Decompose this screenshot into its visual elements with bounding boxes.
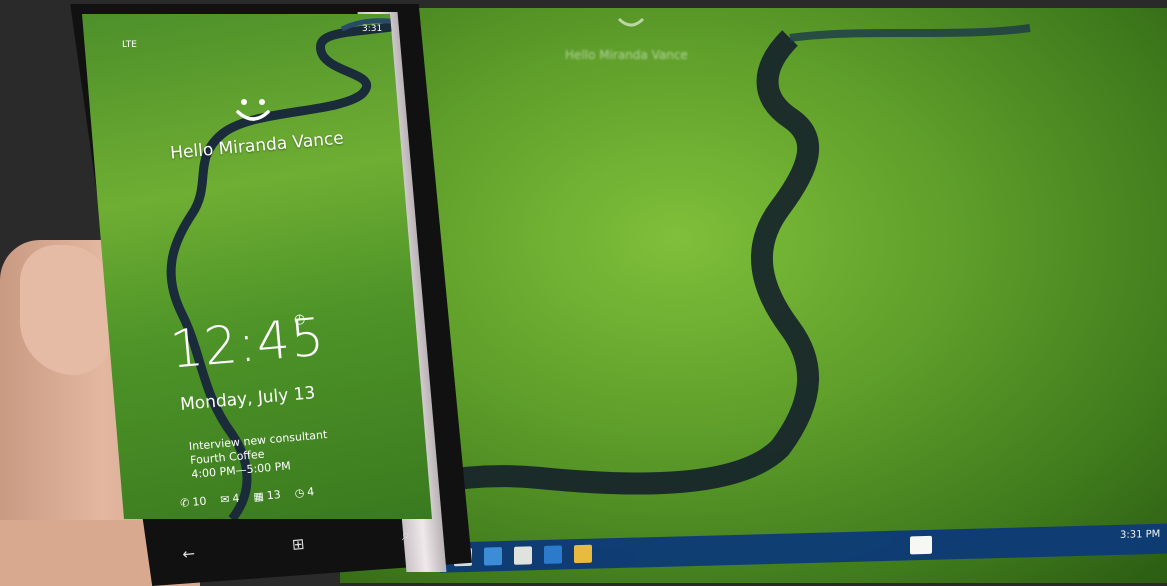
laptop-greeting: Hello Miranda Vance bbox=[565, 48, 688, 62]
phone-count: 10 bbox=[191, 494, 207, 509]
phone-badge[interactable]: ✆ 10 bbox=[180, 495, 207, 510]
windows-hello-smiley-icon bbox=[232, 94, 274, 128]
mail-icon: ✉ bbox=[219, 492, 231, 507]
phone: LTE 3:31 Hello Miranda Vance 12:45 ◷ Mon… bbox=[62, 4, 472, 586]
store-icon[interactable] bbox=[514, 546, 532, 565]
tray-time[interactable]: 3:31 PM bbox=[1120, 529, 1160, 541]
laptop-smiley-icon bbox=[613, 13, 649, 33]
calendar-count: 13 bbox=[266, 488, 282, 503]
explorer-icon[interactable] bbox=[574, 544, 592, 564]
tray-input-icon[interactable] bbox=[910, 535, 932, 555]
status-signal: LTE bbox=[122, 40, 137, 50]
phone-lock-screen[interactable]: LTE 3:31 Hello Miranda Vance 12:45 ◷ Mon… bbox=[82, 14, 432, 519]
photo-frame: Hello Miranda Vance 3:31 PM LTE 3:31 Hel… bbox=[0, 0, 1167, 586]
back-icon[interactable]: ← bbox=[182, 544, 196, 563]
alarm-count: 4 bbox=[306, 485, 315, 499]
calendar-icon: ▦ bbox=[252, 489, 265, 504]
windows-icon[interactable]: ⊞ bbox=[291, 535, 305, 554]
alarm-badge[interactable]: ◷ 4 bbox=[294, 485, 315, 500]
alarm-icon: ◷ bbox=[294, 312, 306, 327]
mail-count: 4 bbox=[231, 491, 241, 506]
status-time: 3:31 bbox=[362, 24, 383, 34]
calendar-badge[interactable]: ▦ 13 bbox=[253, 488, 281, 503]
edge-icon[interactable] bbox=[544, 545, 562, 564]
task-view-icon[interactable] bbox=[484, 547, 502, 566]
phone-icon: ✆ bbox=[179, 496, 191, 510]
search-icon[interactable]: ⌕ bbox=[401, 525, 411, 544]
alarm-icon: ◷ bbox=[294, 486, 305, 500]
mail-badge[interactable]: ✉ 4 bbox=[220, 492, 240, 507]
